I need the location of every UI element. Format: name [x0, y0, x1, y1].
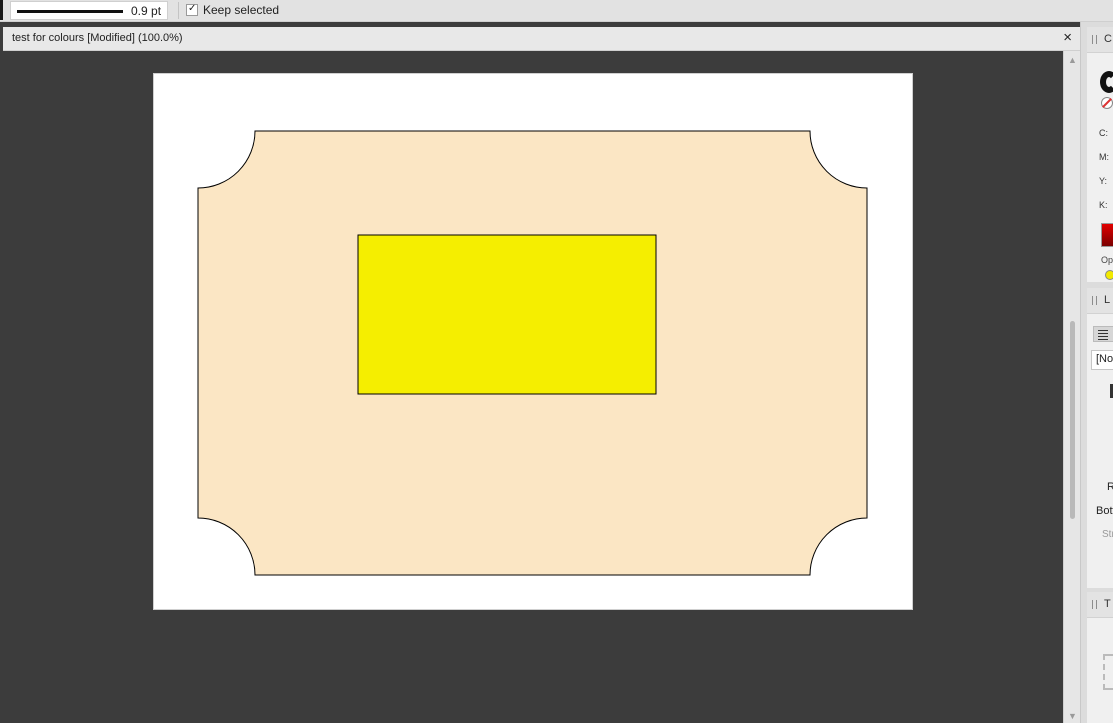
- opacity-label: Op: [1101, 255, 1113, 265]
- stroke-swatch-icon[interactable]: [1100, 71, 1113, 93]
- layers-panel-header[interactable]: L: [1087, 288, 1113, 314]
- canvas-area[interactable]: [3, 51, 1063, 723]
- yellow-rectangle[interactable]: [357, 234, 657, 395]
- no-colour-icon[interactable]: [1101, 97, 1113, 109]
- r-label: R: [1107, 481, 1113, 493]
- keep-selected-checkbox[interactable]: ✓: [186, 3, 198, 16]
- stroke-preview-line: [17, 10, 123, 13]
- y-label: Y:: [1099, 176, 1108, 186]
- grip-icon[interactable]: [1092, 35, 1097, 44]
- layers-panel-title: L: [1104, 294, 1111, 306]
- keep-selected-label[interactable]: Keep selected: [203, 3, 279, 17]
- close-icon[interactable]: ×: [1063, 29, 1072, 46]
- stroke-width-value[interactable]: 0.9 pt: [131, 4, 161, 18]
- fill-colour-swatch[interactable]: [1105, 270, 1113, 280]
- toolbar-separator: [178, 2, 179, 19]
- document-tab[interactable]: test for colours [Modified] (100.0%) ×: [3, 27, 1080, 51]
- colour-spectrum[interactable]: [1101, 223, 1113, 247]
- layers-panel: L [No R Bott Str: [1087, 288, 1113, 588]
- right-panel-dock: C C: M: Y: K: Op L [No R Bott Str T: [1080, 22, 1113, 723]
- grip-icon[interactable]: [1092, 600, 1097, 609]
- style-field[interactable]: [No: [1091, 350, 1113, 370]
- stroke-label: Str: [1102, 529, 1113, 540]
- scrollbar-thumb[interactable]: [1070, 321, 1075, 519]
- scroll-up-icon[interactable]: ▲: [1068, 55, 1077, 65]
- stroke-width-control[interactable]: 0.9 pt: [10, 1, 168, 20]
- vertical-scrollbar[interactable]: ▲ ▼: [1063, 51, 1080, 723]
- grip-icon[interactable]: [1092, 296, 1097, 305]
- c-label: C:: [1099, 128, 1108, 138]
- transform-panel: T: [1087, 592, 1113, 723]
- page-artwork[interactable]: [154, 74, 914, 611]
- check-icon: ✓: [188, 3, 197, 14]
- colour-panel-title: C: [1104, 33, 1112, 45]
- m-label: M:: [1099, 152, 1109, 162]
- scroll-down-icon[interactable]: ▼: [1068, 711, 1077, 721]
- transform-panel-header[interactable]: T: [1087, 592, 1113, 618]
- document-page[interactable]: [153, 73, 913, 610]
- toolbar-edge: [0, 0, 3, 20]
- k-label: K:: [1099, 200, 1108, 210]
- context-toolbar: 0.9 pt ✓ Keep selected: [0, 0, 1113, 22]
- bottom-label: Bott: [1096, 505, 1113, 517]
- anchor-selector-icon[interactable]: [1103, 654, 1113, 690]
- colour-panel-header[interactable]: C: [1087, 27, 1113, 53]
- document-title: test for colours [Modified] (100.0%): [12, 32, 183, 44]
- colour-panel: C C: M: Y: K: Op: [1087, 27, 1113, 282]
- align-left-icon[interactable]: [1093, 326, 1113, 342]
- transform-panel-title: T: [1104, 598, 1111, 610]
